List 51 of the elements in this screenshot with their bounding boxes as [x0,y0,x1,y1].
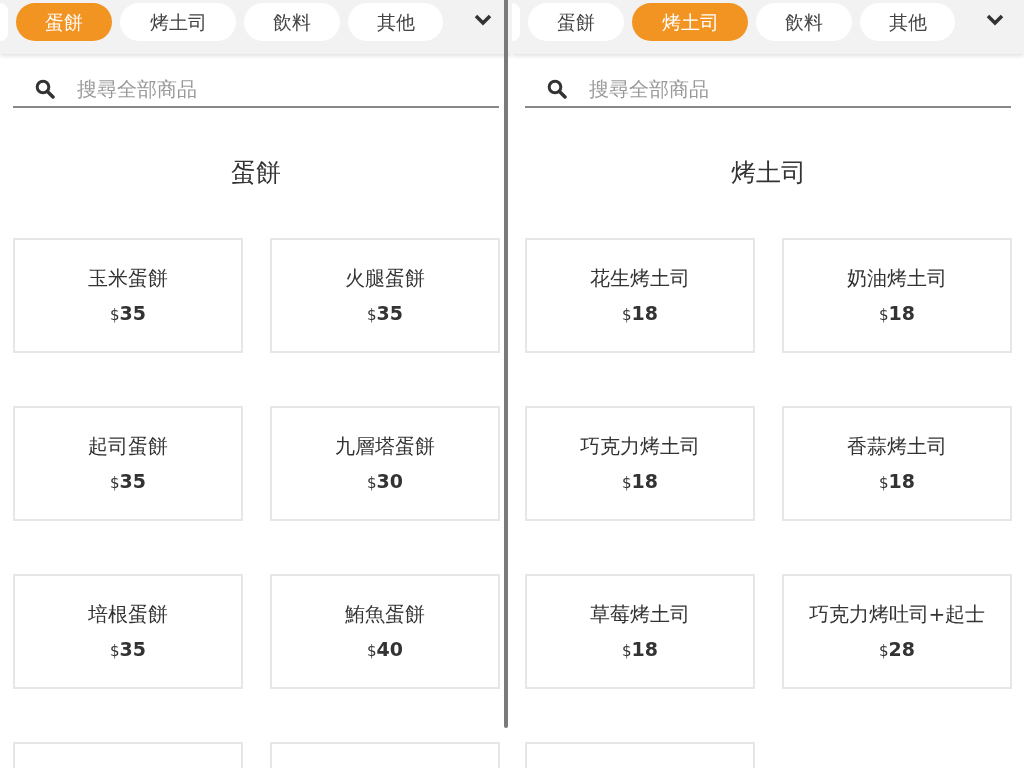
category-tab[interactable]: 飲料 [244,3,340,41]
product-price: $35 [110,637,146,663]
product-name: 草莓烤土司 [590,601,690,629]
product-card[interactable]: 巧克力烤吐司+起士 $28 [782,574,1012,689]
product-name: 鮪魚蛋餅 [345,601,425,629]
search-field[interactable]: 搜尋全部商品 [589,73,889,104]
search-field[interactable]: 搜尋全部商品 [77,73,377,104]
category-tab[interactable]: 其他 [860,3,955,41]
scrollbar[interactable] [504,0,508,728]
product-name: 香蒜烤土司 [847,433,947,461]
product-price: $18 [622,469,658,495]
category-tab[interactable]: 烤土司 [120,3,236,41]
product-price: $18 [622,637,658,663]
category-tab[interactable]: 蛋餅 [528,3,624,41]
product-card[interactable]: 起司蛋餅 $35 [13,406,243,521]
chevron-down-icon[interactable] [474,13,492,27]
product-name: 起司蛋餅 [88,433,168,461]
product-card[interactable]: 鮪魚蛋餅 $40 [270,574,500,689]
product-price: $30 [367,469,403,495]
product-card[interactable]: 花生烤土司 $18 [525,238,755,353]
category-heading: 烤土司 [730,157,806,190]
product-name: 花生烤土司 [590,265,690,293]
product-name: 玉米蛋餅 [88,265,168,293]
search-icon [547,78,567,99]
product-name: 火腿蛋餅 [345,265,425,293]
product-price: $28 [879,637,915,663]
product-name: 奶油烤土司 [847,265,947,293]
product-name: 培根蛋餅 [88,601,168,629]
product-name: 九層塔蛋餅 [335,433,435,461]
product-price: $18 [622,301,658,327]
product-price: $35 [367,301,403,327]
chevron-down-icon[interactable] [986,13,1004,27]
category-tab[interactable]: 其他 [348,3,443,41]
product-price: $35 [110,469,146,495]
product-name: 巧克力烤吐司+起士 [808,601,986,629]
product-price: $40 [367,637,403,663]
product-card[interactable]: 巧克力烤土司 $18 [525,406,755,521]
product-card[interactable]: 奶油烤土司 $18 [782,238,1012,353]
search-icon [35,78,55,99]
product-price: $35 [110,301,146,327]
category-heading: 蛋餅 [231,157,281,190]
product-price: $18 [879,301,915,327]
product-card[interactable]: 草莓烤土司 $18 [525,574,755,689]
product-name: 巧克力烤土司 [580,433,700,461]
category-tab[interactable]: 飲料 [756,3,852,41]
product-card[interactable]: 玉米蛋餅 $35 [13,238,243,353]
product-card[interactable]: 香蒜烤土司 $18 [782,406,1012,521]
product-card[interactable]: 火腿蛋餅 $35 [270,238,500,353]
product-card[interactable]: 九層塔蛋餅 $30 [270,406,500,521]
product-price: $18 [879,469,915,495]
product-card[interactable]: 培根蛋餅 $35 [13,574,243,689]
